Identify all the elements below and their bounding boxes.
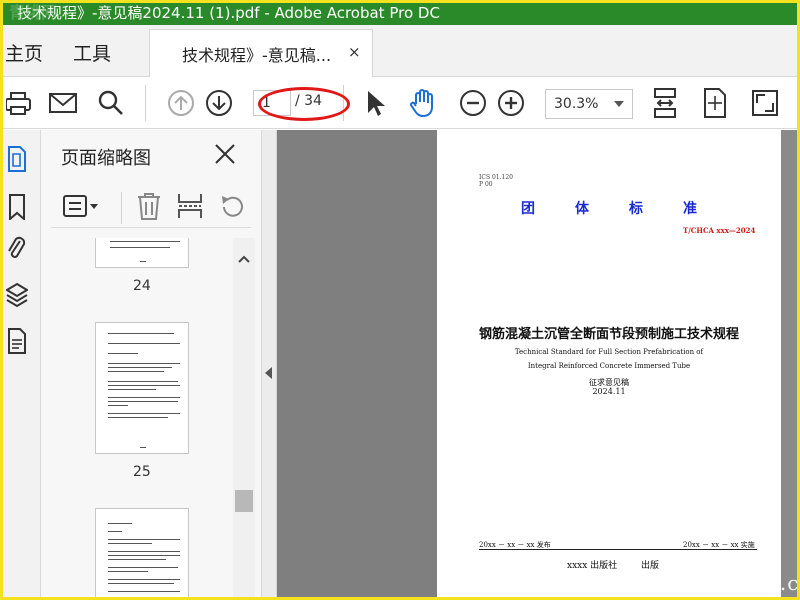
- document-title-cn: 钢筋混凝土沉管全断面节段预制施工技术规程: [478, 327, 739, 342]
- attachment-icon[interactable]: [3, 234, 31, 264]
- extract-page-icon[interactable]: [177, 192, 203, 224]
- full-screen-icon[interactable]: [749, 87, 781, 119]
- page-number-input[interactable]: 1: [253, 90, 291, 116]
- menu-bar: 主页 工具 技术规程》-意见稿... ×: [3, 25, 797, 77]
- zoom-select[interactable]: 30.3%: [545, 89, 633, 119]
- document-viewer[interactable]: ICS 01.120 P 00 团体标准 T/CHCA xxx—2024 钢筋混…: [277, 130, 797, 597]
- page-thumbnail[interactable]: [95, 508, 189, 597]
- panel-toolbar: [51, 188, 251, 228]
- page-thumbnail[interactable]: [95, 322, 189, 454]
- page-total: / 34: [295, 93, 322, 109]
- toolbar-divider: [343, 85, 344, 121]
- viewer-scrollbar[interactable]: [781, 130, 797, 597]
- close-icon[interactable]: [213, 142, 239, 168]
- draft-date: 2024.11: [592, 387, 626, 396]
- thumbnail-page-number: 24: [133, 278, 151, 294]
- document-title-en-2: Integral Reinforced Concrete Immersed Tu…: [527, 362, 691, 370]
- chevron-down-icon: [614, 101, 624, 107]
- scroll-mode-icon[interactable]: [649, 87, 681, 119]
- app-window: 技术规程》-意见稿2024.11 (1).pdf - Adobe Acrobat…: [0, 0, 800, 600]
- page-thumbnails-icon[interactable]: [3, 144, 31, 174]
- page-thumbnail[interactable]: [95, 238, 189, 268]
- zoom-out-icon[interactable]: [457, 87, 489, 119]
- mail-icon[interactable]: [47, 87, 79, 119]
- navigation-rail: [3, 130, 41, 597]
- home-menu[interactable]: 主页: [5, 39, 43, 66]
- panel-splitter[interactable]: [261, 130, 277, 597]
- document-tab-label: 技术规程》-意见稿...: [182, 46, 332, 65]
- layers-icon[interactable]: [3, 280, 31, 310]
- thumbnail-options-icon[interactable]: [63, 194, 101, 222]
- zoom-in-icon[interactable]: [495, 87, 527, 119]
- search-icon[interactable]: [95, 87, 127, 119]
- pdf-page: ICS 01.120 P 00 团体标准 T/CHCA xxx—2024 钢筋混…: [437, 130, 781, 597]
- fit-page-icon[interactable]: [699, 87, 731, 119]
- title-bar: 技术规程》-意见稿2024.11 (1).pdf - Adobe Acrobat…: [3, 3, 797, 25]
- rotate-icon[interactable]: [219, 194, 245, 224]
- bookmark-icon[interactable]: [3, 192, 31, 222]
- page-up-icon[interactable]: [165, 87, 197, 119]
- toolbar: 1 / 34 30.3%: [3, 77, 797, 129]
- thumbnails-panel: 页面缩略图 24 25: [41, 130, 261, 597]
- thumbnail-page-number: 25: [133, 464, 151, 480]
- watermark: www.cndao.com: [655, 571, 800, 595]
- window-title: 技术规程》-意见稿2024.11 (1).pdf - Adobe Acrobat…: [17, 4, 440, 22]
- hand-icon[interactable]: [407, 87, 439, 119]
- thumbnail-list: 24 25: [41, 238, 231, 597]
- scrollbar-thumb[interactable]: [235, 490, 253, 512]
- standard-number: T/CHCA xxx—2024: [683, 226, 756, 235]
- ics-code: ICS 01.120 P 00: [479, 174, 513, 188]
- thumbnail-scrollbar[interactable]: [233, 238, 255, 597]
- publisher: xxxx 出版社: [567, 561, 618, 571]
- chevron-left-icon[interactable]: [265, 367, 272, 379]
- standard-type: 团体标准: [521, 201, 737, 217]
- select-cursor-icon[interactable]: [359, 87, 391, 119]
- page-down-icon[interactable]: [203, 87, 235, 119]
- footer-rule: [479, 549, 757, 550]
- watermark-logo: 青桃网: [9, 3, 58, 22]
- document-tab[interactable]: 技术规程》-意见稿... ×: [149, 29, 373, 77]
- publisher-suffix: 出版: [641, 561, 660, 571]
- document-title-en-1: Technical Standard for Full Section Pref…: [514, 348, 704, 356]
- toolbar-divider: [145, 85, 146, 121]
- zoom-value: 30.3%: [554, 96, 599, 112]
- chevron-up-icon[interactable]: [238, 248, 250, 267]
- panel-divider: [121, 192, 122, 224]
- print-icon[interactable]: [3, 87, 35, 119]
- close-tab-icon[interactable]: ×: [348, 43, 361, 61]
- content-icon[interactable]: [3, 326, 31, 356]
- delete-icon[interactable]: [137, 192, 161, 224]
- tools-menu[interactable]: 工具: [73, 39, 111, 66]
- panel-title: 页面缩略图: [61, 148, 151, 169]
